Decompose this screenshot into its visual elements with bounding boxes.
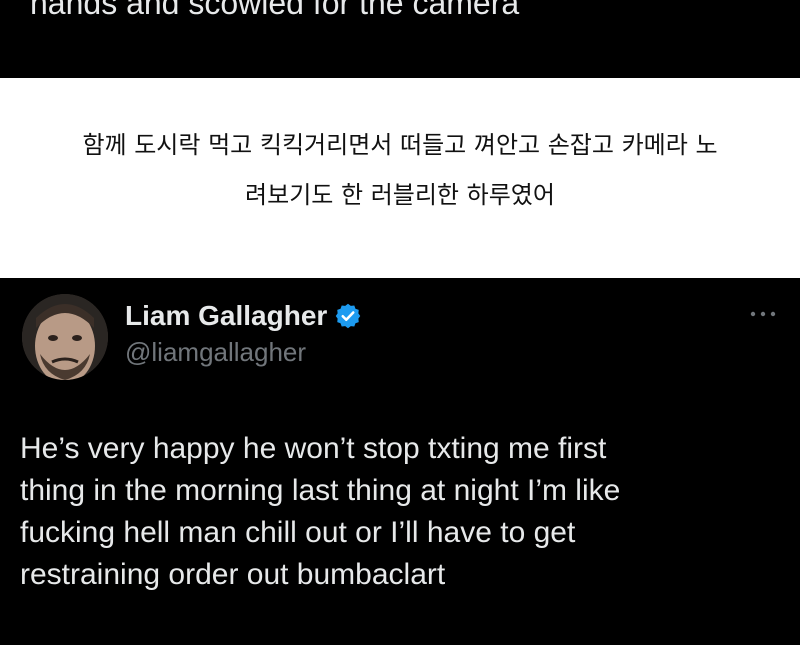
top-caption-text: hands and scowled for the camera [30, 0, 520, 21]
profile-photo-icon [22, 294, 108, 380]
korean-caption-line-1: 함께 도시락 먹고 킥킥거리면서 떠들고 껴안고 손잡고 카메라 노 [82, 131, 718, 159]
tweet-card: Liam Gallagher @liamgallagher He’s very … [0, 278, 800, 645]
tweet-text-line: He’s very happy he won’t stop txting me … [20, 432, 607, 465]
display-name-row: Liam Gallagher [125, 298, 362, 334]
tweet-text: He’s very happy he won’t stop txting me … [20, 428, 780, 596]
korean-caption-line-2: 려보기도 한 러블리한 하루였어 [245, 181, 555, 209]
avatar[interactable] [22, 294, 108, 380]
verified-badge-icon [334, 302, 362, 330]
tweet-text-line: fucking hell man chill out or I’ll have … [20, 516, 576, 549]
tweet-text-line: thing in the morning last thing at night… [20, 474, 621, 507]
top-image-caption-block: hands and scowled for the camera [0, 0, 800, 78]
ellipsis-icon[interactable] [748, 308, 778, 320]
tweet-text-line: restraining order out bumbaclart [20, 558, 446, 591]
user-handle[interactable]: @liamgallagher [125, 336, 306, 368]
page: hands and scowled for the camera 함께 도시락 … [0, 0, 800, 645]
korean-caption: 함께 도시락 먹고 킥킥거리면서 떠들고 껴안고 손잡고 카메라 노 려보기도 … [0, 120, 800, 220]
display-name[interactable]: Liam Gallagher [125, 299, 327, 333]
